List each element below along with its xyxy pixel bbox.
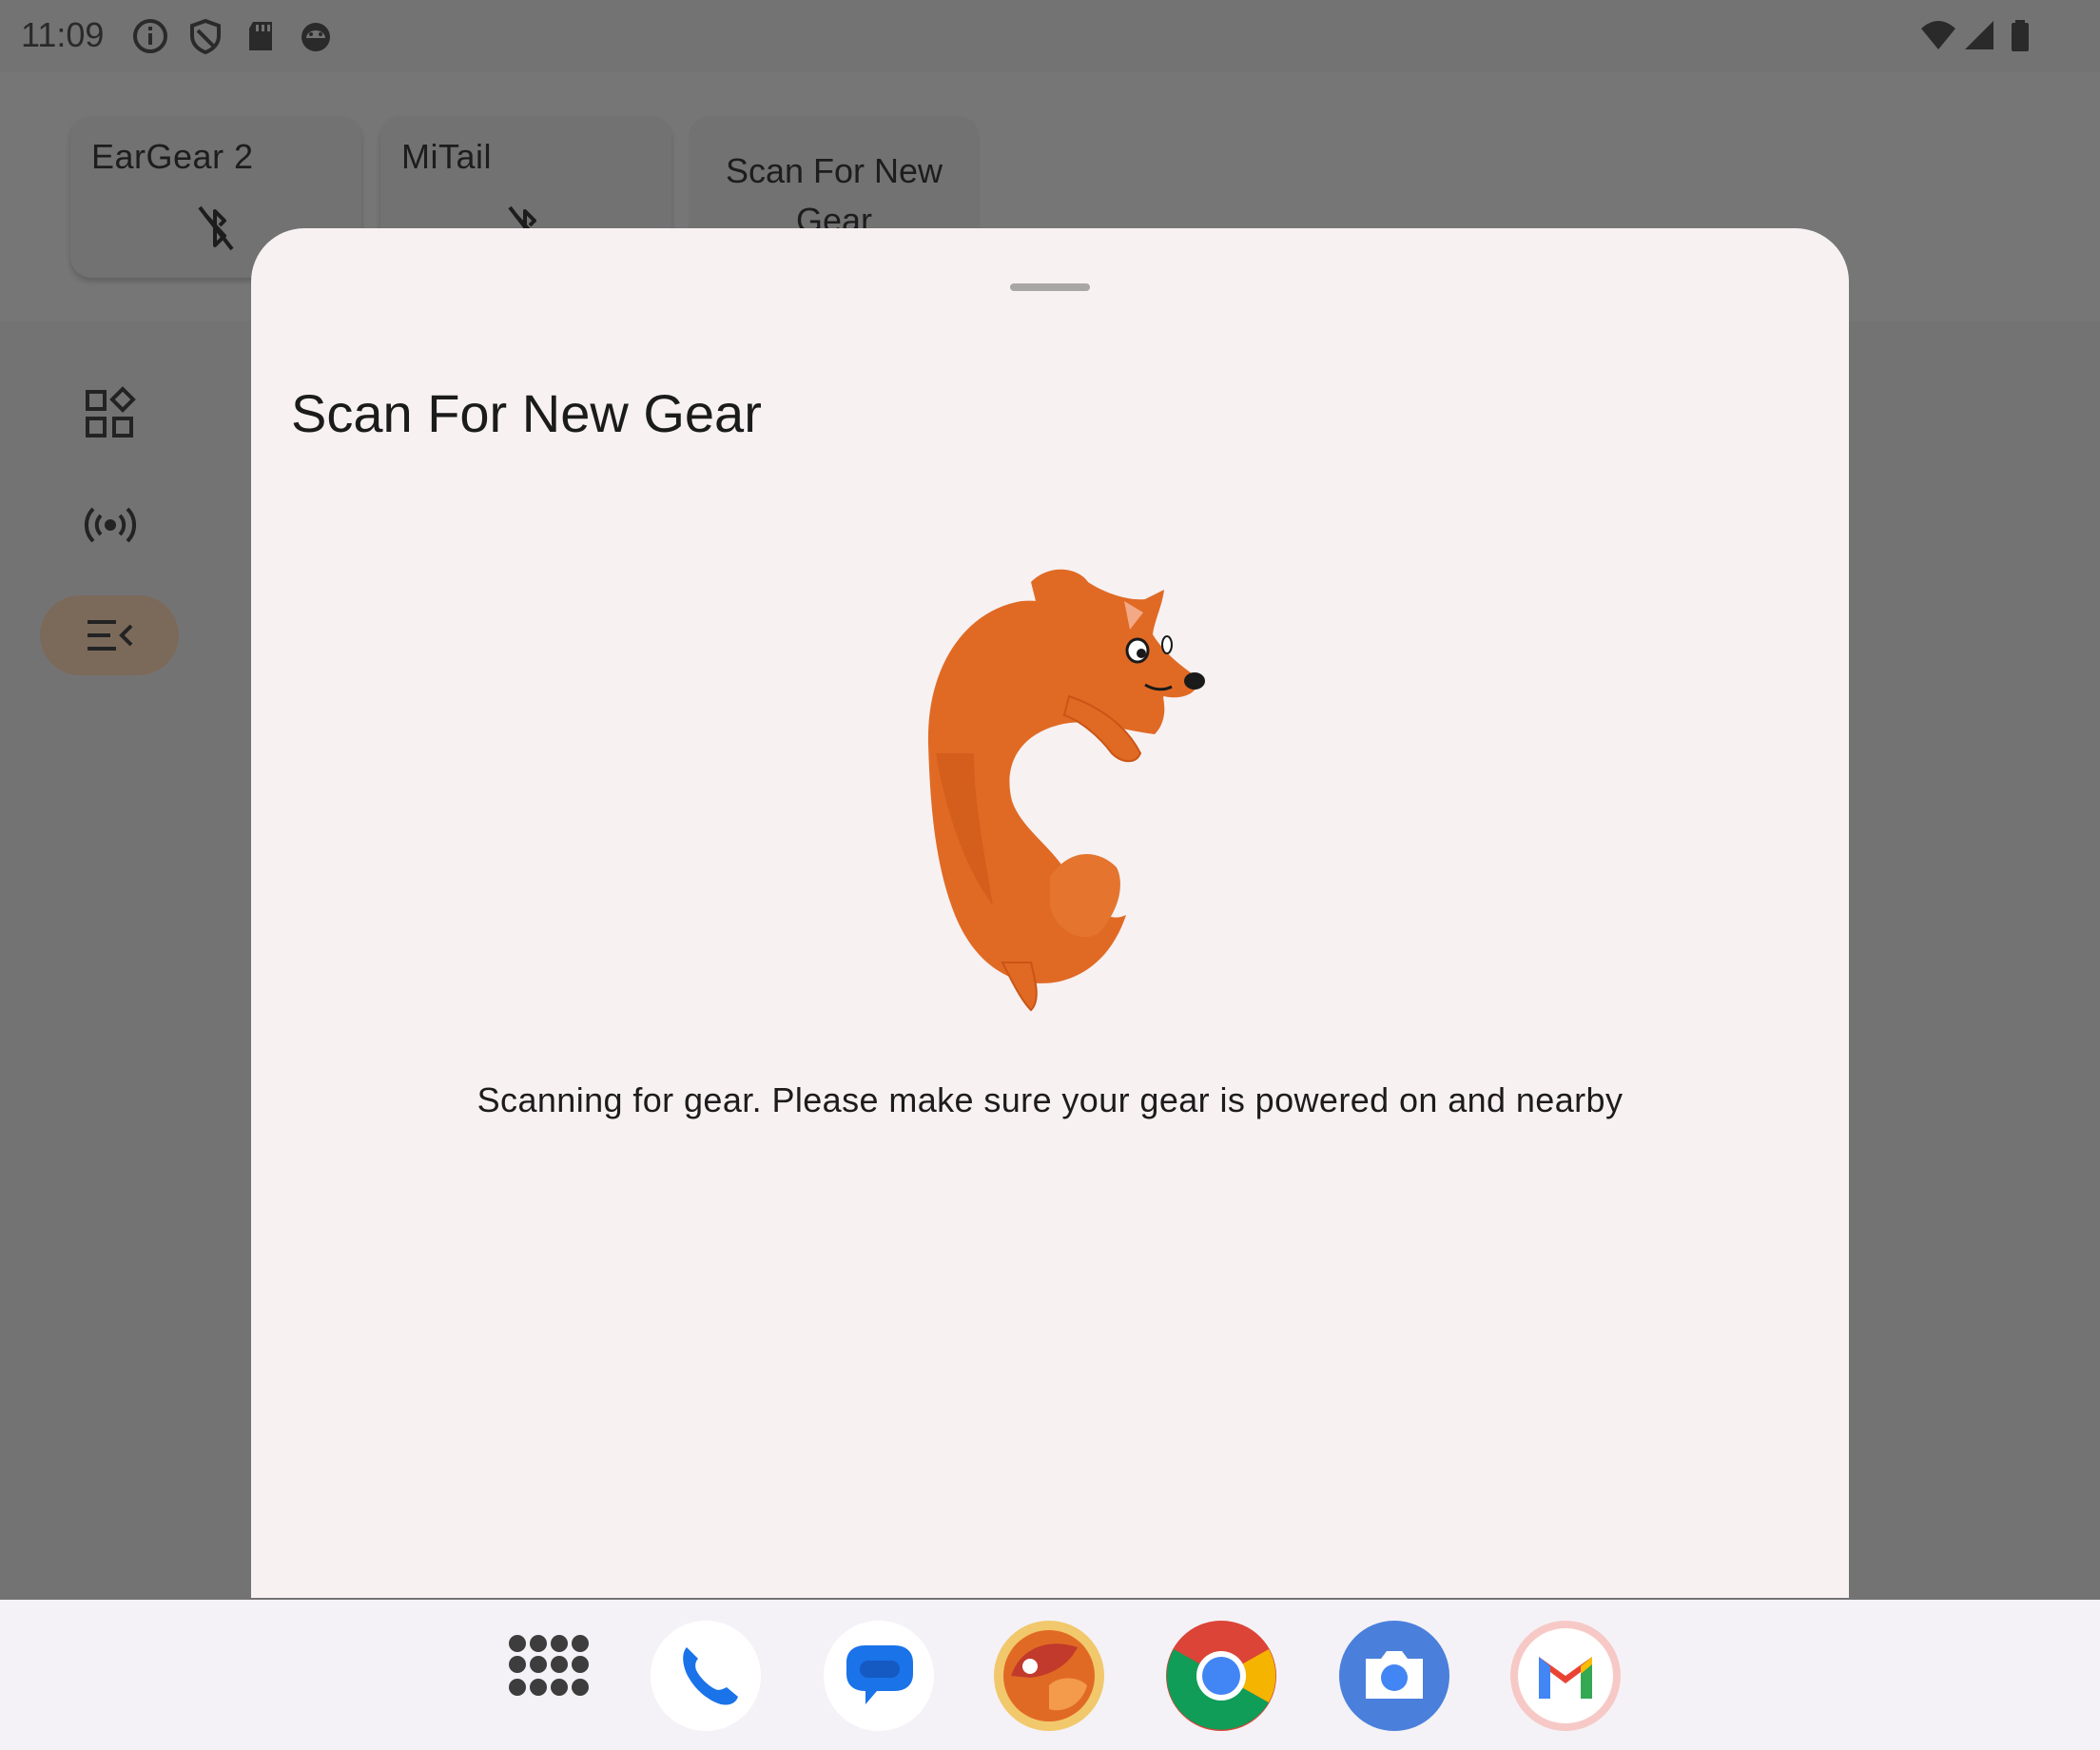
- android-icon: [301, 23, 330, 51]
- fox-illustration: [927, 569, 1205, 1012]
- bluetooth-disabled-icon: [198, 205, 234, 251]
- messages-icon[interactable]: [822, 1619, 936, 1733]
- nav-rail-active-item[interactable]: [40, 595, 179, 675]
- broadcast-icon[interactable]: [82, 496, 139, 554]
- scan-bottom-sheet: Scan For New Gear Scanning for gear. Ple…: [251, 228, 1849, 1598]
- app-drawer-icon[interactable]: [491, 1619, 605, 1733]
- status-time: 11:09: [21, 15, 105, 54]
- shield-icon: [190, 18, 221, 55]
- sd-card-icon: [249, 22, 272, 50]
- tail-app-icon[interactable]: [992, 1619, 1106, 1733]
- status-bar: 11:09: [0, 0, 2100, 72]
- drag-handle[interactable]: [1010, 283, 1090, 291]
- battery-icon: [2012, 20, 2029, 51]
- sheet-title: Scan For New Gear: [291, 383, 762, 443]
- wifi-icon: [1921, 21, 1955, 49]
- gear-name: EarGear 2: [91, 137, 254, 176]
- signal-icon: [1965, 21, 1993, 49]
- info-icon: [133, 19, 167, 53]
- chrome-icon[interactable]: [1164, 1619, 1278, 1733]
- camera-icon[interactable]: [1337, 1619, 1451, 1733]
- gear-name: MiTail: [401, 137, 493, 176]
- widgets-icon[interactable]: [82, 386, 139, 443]
- scanning-message: Scanning for gear. Please make sure your…: [476, 1080, 1624, 1119]
- phone-icon[interactable]: [649, 1619, 763, 1733]
- gmail-icon[interactable]: [1508, 1619, 1623, 1733]
- menu-open-icon: [88, 620, 133, 651]
